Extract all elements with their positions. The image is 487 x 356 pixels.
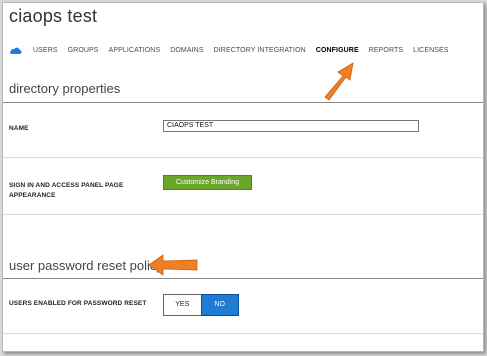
row-divider [3, 333, 483, 334]
directory-properties-heading: directory properties [9, 81, 121, 96]
tab-configure[interactable]: CONFIGURE [316, 47, 359, 54]
tab-domains[interactable]: DOMAINS [170, 47, 203, 54]
toggle-no-option[interactable]: NO [200, 294, 239, 316]
tab-licenses[interactable]: LICENSES [413, 47, 448, 54]
branding-label-line1: SIGN IN AND ACCESS PANEL PAGE [9, 182, 124, 189]
tab-groups[interactable]: GROUPS [68, 47, 99, 54]
tab-applications[interactable]: APPLICATIONS [109, 47, 161, 54]
customize-branding-button[interactable]: Customize Branding [163, 175, 252, 190]
toggle-yes-option[interactable]: YES [164, 295, 201, 315]
tab-users[interactable]: USERS [33, 47, 58, 54]
section-divider [3, 278, 483, 279]
directory-name-field[interactable] [163, 120, 419, 132]
row-divider [3, 214, 483, 215]
annotation-arrow-icon [324, 62, 354, 101]
branding-label-line2: APPEARANCE [9, 192, 56, 199]
cloud-icon[interactable] [9, 45, 25, 55]
password-reset-toggle[interactable]: YES NO [163, 294, 239, 316]
nav-bar: USERS GROUPS APPLICATIONS DOMAINS DIRECT… [9, 43, 459, 57]
screenshot-frame: ciaops test USERS GROUPS APPLICATIONS DO… [2, 2, 484, 352]
tab-directory-integration[interactable]: DIRECTORY INTEGRATION [214, 47, 306, 54]
row-divider [3, 157, 483, 158]
name-label: NAME [9, 125, 29, 132]
page-title: ciaops test [9, 6, 98, 26]
password-reset-heading: user password reset policy [9, 258, 163, 273]
section-divider [3, 102, 483, 103]
password-reset-enabled-label: USERS ENABLED FOR PASSWORD RESET [9, 300, 147, 307]
tab-reports[interactable]: REPORTS [369, 47, 403, 54]
annotation-arrow-icon [148, 254, 198, 276]
branding-label: SIGN IN AND ACCESS PANEL PAGE APPEARANCE [9, 181, 123, 201]
